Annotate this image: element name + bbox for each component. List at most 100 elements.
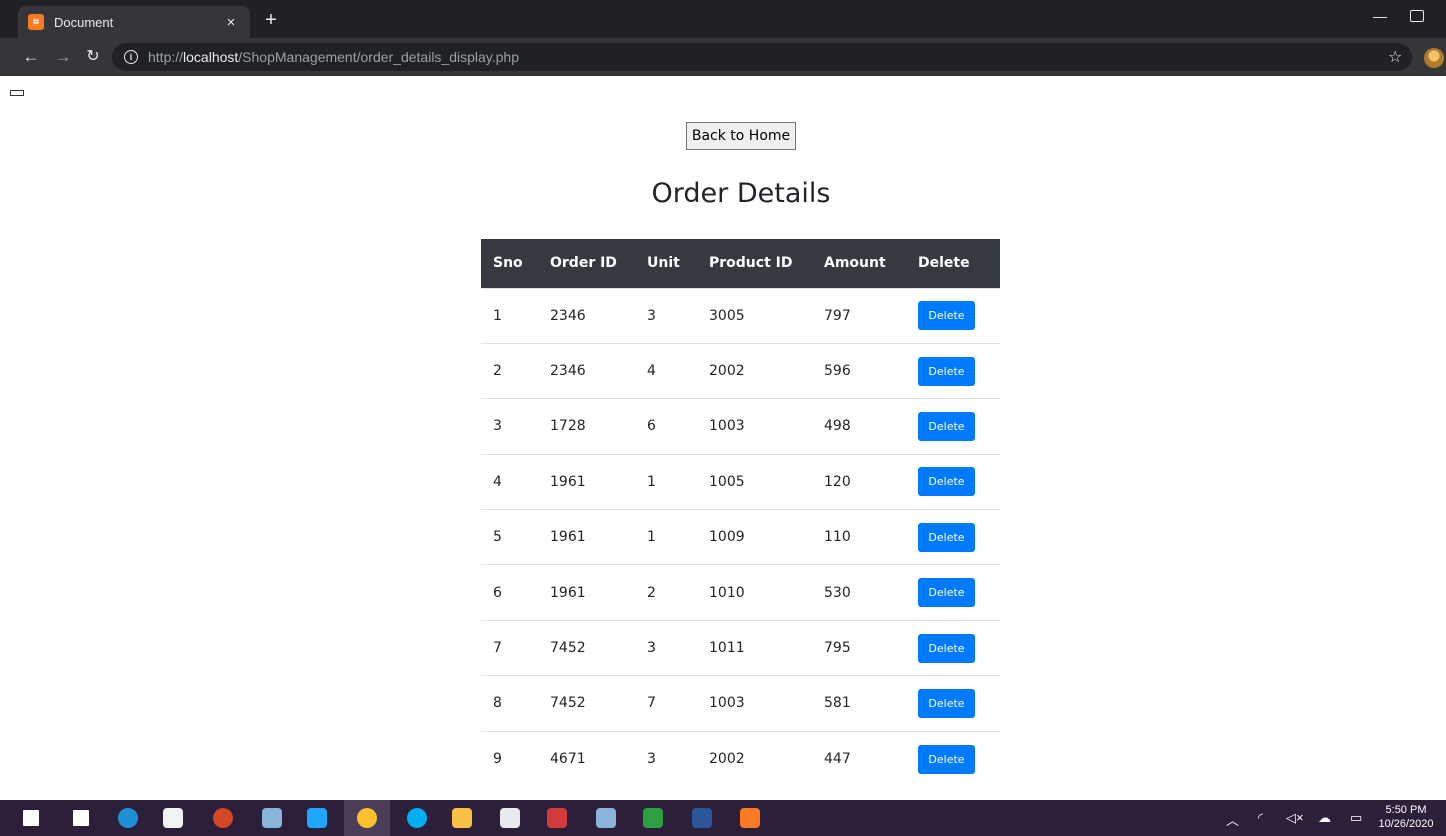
delete-button[interactable]: Delete (918, 411, 975, 441)
chrome-icon[interactable] (357, 808, 377, 828)
word-icon[interactable] (692, 808, 712, 828)
database-app-icon[interactable] (262, 808, 282, 828)
cell-order-id: 4671 (538, 730, 635, 787)
cell-delete: Delete (906, 398, 1000, 455)
cell-order-id: 2346 (538, 287, 635, 344)
cell-sno: 8 (481, 675, 538, 732)
cell-unit: 3 (635, 287, 697, 344)
cell-sno: 4 (481, 453, 538, 510)
delete-button[interactable]: Delete (918, 356, 975, 386)
internet-explorer-icon[interactable] (307, 808, 327, 828)
cell-amount: 530 (812, 564, 906, 621)
browser-toolbar: ← → ↻ i http://localhost/ShopManagement/… (0, 38, 1446, 76)
delete-button[interactable]: Delete (918, 744, 975, 774)
store-icon[interactable] (163, 808, 183, 828)
minimize-icon[interactable]: — (1370, 8, 1390, 24)
cell-unit: 3 (635, 730, 697, 787)
cell-product-id: 1003 (697, 398, 812, 455)
xampp-favicon-icon: ⌗ (28, 14, 44, 30)
back-to-home-button[interactable]: Back to Home (686, 122, 796, 150)
url-text: http://localhost/ShopManagement/order_de… (148, 49, 520, 65)
cell-delete: Delete (906, 675, 1000, 732)
delete-button[interactable]: Delete (918, 578, 975, 608)
volume-muted-icon[interactable]: ◁× (1286, 810, 1304, 826)
cell-product-id: 1003 (697, 675, 812, 732)
cell-amount: 110 (812, 509, 906, 565)
green-app-icon[interactable] (643, 808, 663, 828)
windows-taskbar: ︿ ◜ ◁× ☁ ▭ 5:50 PM 10/26/2020 (0, 800, 1446, 836)
delete-button[interactable]: Delete (918, 301, 975, 331)
table-row: 2 2346 4 2002 596 Delete (481, 342, 1000, 399)
cell-amount: 797 (812, 287, 906, 344)
cell-product-id: 2002 (697, 730, 812, 787)
cell-sno: 9 (481, 730, 538, 787)
header-delete: Delete (906, 239, 1000, 288)
back-arrow-icon[interactable]: ← (20, 46, 42, 68)
delete-button[interactable]: Delete (918, 688, 975, 718)
new-tab-icon[interactable]: + (260, 8, 282, 32)
clock-time: 5:50 PM (1385, 804, 1427, 816)
info-icon[interactable]: i (124, 50, 138, 64)
table-row: 6 1961 2 1010 530 Delete (481, 564, 1000, 621)
battery-icon[interactable]: ▭ (1350, 810, 1362, 826)
xampp-icon[interactable] (740, 808, 760, 828)
restore-window-icon[interactable] (1410, 10, 1424, 22)
table-body: 1 2346 3 3005 797 Delete 2 2346 4 2002 596 Delete 3 1… (481, 287, 1000, 787)
cell-product-id: 1010 (697, 564, 812, 621)
cell-order-id: 2346 (538, 342, 635, 399)
clock-date: 10/26/2020 (1378, 818, 1434, 830)
header-amount: Amount (812, 239, 906, 288)
cell-order-id: 1961 (538, 453, 635, 510)
cell-unit: 3 (635, 619, 697, 676)
header-order-id: Order ID (538, 239, 635, 288)
cell-unit: 2 (635, 564, 697, 621)
onedrive-icon[interactable]: ☁ (1318, 810, 1331, 826)
table-row: 3 1728 6 1003 498 Delete (481, 398, 1000, 455)
cell-order-id: 1961 (538, 564, 635, 621)
edge-icon[interactable] (118, 808, 138, 828)
forward-arrow-icon[interactable]: → (52, 46, 74, 68)
address-bar[interactable]: i http://localhost/ShopManagement/order_… (112, 43, 1412, 71)
cell-sno: 6 (481, 564, 538, 621)
browser-tab[interactable]: ⌗ Document × (18, 6, 250, 38)
table-row: 7 7452 3 1011 795 Delete (481, 619, 1000, 676)
cell-unit: 1 (635, 509, 697, 565)
cell-unit: 6 (635, 398, 697, 455)
windows-start-icon[interactable] (23, 810, 39, 826)
virtualbox-icon[interactable] (500, 808, 520, 828)
cell-product-id: 1005 (697, 453, 812, 510)
task-view-icon[interactable] (73, 810, 89, 826)
reload-icon[interactable]: ↻ (82, 46, 104, 68)
delete-button[interactable]: Delete (918, 522, 975, 552)
cell-order-id: 7452 (538, 619, 635, 676)
tray-chevron-icon[interactable]: ︿ (1226, 810, 1239, 829)
page-title: Order Details (651, 178, 831, 209)
page-content: Back to Home Order Details Sno Order ID … (0, 76, 1446, 800)
file-explorer-icon[interactable] (452, 808, 472, 828)
delete-button[interactable]: Delete (918, 633, 975, 663)
cell-order-id: 1728 (538, 398, 635, 455)
vm-app-icon[interactable] (547, 808, 567, 828)
cell-unit: 1 (635, 453, 697, 510)
cell-unit: 4 (635, 342, 697, 399)
cell-product-id: 1011 (697, 619, 812, 676)
table-row: 5 1961 1 1009 110 Delete (481, 509, 1000, 565)
skype-icon[interactable] (407, 808, 427, 828)
db-app-2-icon[interactable] (596, 808, 616, 828)
cell-amount: 795 (812, 619, 906, 676)
cell-product-id: 3005 (697, 287, 812, 344)
cell-order-id: 7452 (538, 675, 635, 732)
order-details-table: Sno Order ID Unit Product ID Amount Dele… (481, 239, 1000, 787)
wifi-icon[interactable]: ◜ (1258, 810, 1263, 826)
cell-delete: Delete (906, 564, 1000, 621)
cell-amount: 447 (812, 730, 906, 787)
bookmark-star-icon[interactable]: ☆ (1388, 47, 1402, 67)
cell-delete: Delete (906, 619, 1000, 676)
tab-title: Document (54, 14, 114, 30)
tab-close-icon[interactable]: × (222, 14, 240, 31)
clock[interactable]: 5:50 PM 10/26/2020 (1374, 803, 1438, 831)
delete-button[interactable]: Delete (918, 467, 975, 497)
cell-sno: 1 (481, 287, 538, 344)
profile-avatar[interactable] (1424, 48, 1444, 68)
powerpoint-icon[interactable] (213, 808, 233, 828)
